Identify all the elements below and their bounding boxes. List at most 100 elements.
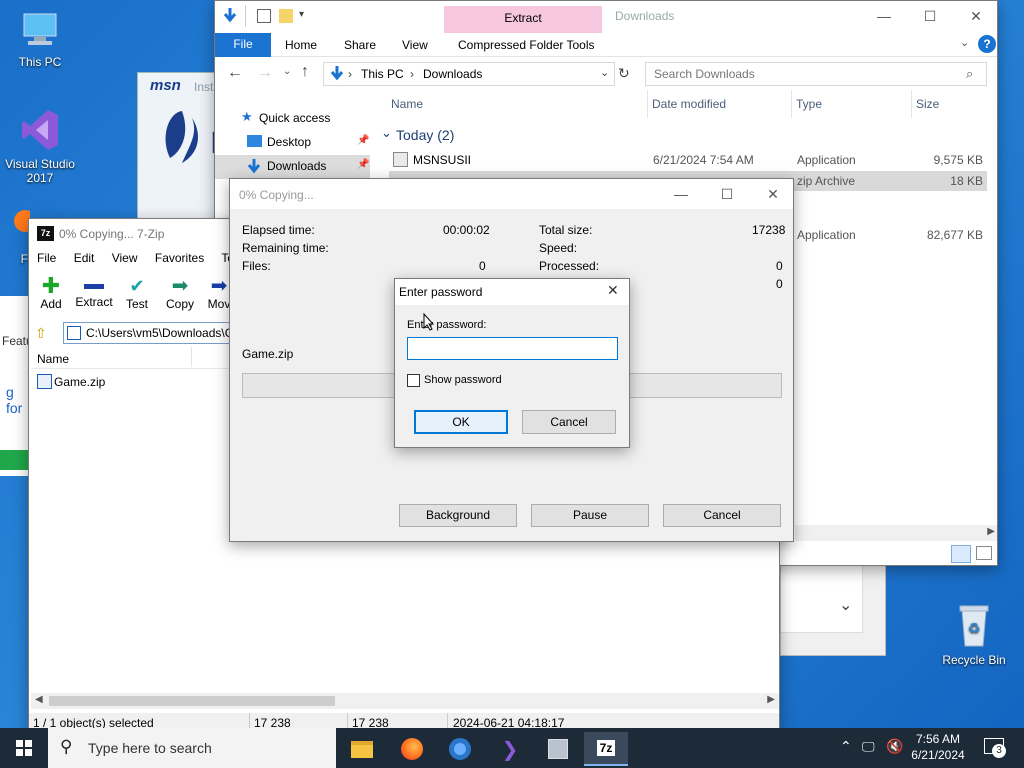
column-type[interactable]: Type [796,97,822,111]
search-box[interactable]: Search Downloads ⌕ [645,62,987,86]
password-input[interactable] [407,337,618,360]
desktop-icon-label: Visual Studio 2017 [5,157,75,185]
recycle-bin-icon: ♻ [959,605,989,647]
horizontal-scrollbar[interactable]: ◀ ▶ [31,693,779,709]
copy-arrow-icon: ➡ [171,275,189,297]
tab-file[interactable]: File [215,33,271,57]
menu-edit[interactable]: Edit [74,251,95,265]
tab-share[interactable]: Share [344,38,376,52]
ok-button[interactable]: OK [414,410,508,434]
clock-date: 6/21/2024 [911,748,965,762]
extra-value: 0 [776,277,783,291]
cancel-button[interactable]: Cancel [522,410,616,434]
taskbar-7zip[interactable]: 7z [584,732,628,766]
file-size: 82,677 KB [926,228,983,242]
taskbar-file-explorer[interactable] [340,732,384,766]
background-window: ⌄ [780,562,886,656]
back-arrow-icon[interactable]: ← [227,64,243,82]
clock[interactable]: 7:56 AM 6/21/2024 [908,732,968,762]
table-row[interactable]: MSNSUSII 6/21/2024 7:54 AM Application 9… [389,150,987,170]
taskbar-search-box[interactable]: ⚲ Type here to search [48,728,336,768]
nav-downloads[interactable]: Downloads [267,159,326,173]
forward-arrow-icon[interactable]: → [257,64,273,82]
scrollbar-thumb[interactable] [49,696,335,706]
start-button[interactable] [0,728,48,768]
group-chevron-icon[interactable]: ⌄ [381,125,392,141]
tab-home[interactable]: Home [285,38,317,52]
scroll-right-icon[interactable]: ▶ [987,526,995,537]
properties-icon[interactable] [257,9,271,23]
column-size[interactable]: Size [916,97,939,111]
folder-icon [351,740,373,758]
panel-link: g for [6,384,23,416]
address-bar[interactable]: › This PC › Downloads ⌄ [323,62,615,86]
menu-view[interactable]: View [112,251,138,265]
taskbar-chrome[interactable] [438,732,482,766]
path-bar[interactable]: C:\Users\vm5\Downloads\G [63,322,243,344]
horizontal-scrollbar[interactable]: ▶ [795,525,997,541]
up-arrow-icon[interactable]: ↑ [301,63,309,81]
group-header[interactable]: Today (2) [396,127,454,143]
file-name: Game.zip [54,375,106,389]
desktop-icon-visual-studio[interactable]: Visual Studio 2017 [0,108,80,185]
maximize-button[interactable]: ☐ [907,1,953,31]
add-button[interactable]: ✚ Add [33,275,69,312]
sevenzip-title: 0% Copying... 7-Zip [59,227,165,241]
taskbar-firefox[interactable] [390,732,434,766]
path-value: C:\Users\vm5\Downloads\G [86,326,235,340]
ribbon-expand-icon[interactable]: ⌄ [960,36,969,49]
minimize-button[interactable]: — [658,179,704,209]
new-folder-icon[interactable] [279,9,293,23]
details-view-icon[interactable] [951,545,971,563]
menu-favorites[interactable]: Favorites [155,251,204,265]
column-date-modified[interactable]: Date modified [652,97,726,111]
maximize-button[interactable]: ☐ [704,179,750,209]
nav-desktop[interactable]: Desktop [267,135,311,149]
tab-compressed-folder-tools[interactable]: Compressed Folder Tools [458,38,595,52]
breadcrumb-this-pc[interactable]: This PC [361,67,404,81]
recent-locations-icon[interactable]: ⌄ [283,66,291,77]
desktop-icon-label: Recycle Bin [942,653,1006,667]
close-button[interactable]: ✕ [750,179,793,209]
nav-quick-access[interactable]: Quick access [259,111,330,125]
cancel-button[interactable]: Cancel [663,504,781,527]
speed-label: Speed: [539,241,578,255]
tab-view[interactable]: View [402,38,428,52]
column-name[interactable]: Name [37,352,69,366]
large-icons-view-icon[interactable] [976,546,992,560]
tray-chevron-up-icon[interactable]: ⌃ [840,738,852,755]
desktop-icon-recycle-bin[interactable]: ♻ Recycle Bin [934,602,1014,667]
pause-button[interactable]: Pause [531,504,649,527]
show-password-checkbox[interactable] [407,374,420,387]
volume-muted-icon[interactable]: 🔇 [886,738,903,755]
file-type: Application [797,153,856,167]
pin-icon[interactable]: 📌 [357,135,369,146]
desktop-icon-this-pc[interactable]: This PC [0,10,80,69]
address-row: ← → ⌄ ↑ › This PC › Downloads ⌄ ↻ Search… [215,59,997,89]
desktop-icon-firefox[interactable]: F [0,208,30,266]
test-label: Test [125,297,148,311]
close-button[interactable]: ✕ [607,282,619,299]
network-icon[interactable]: 🖵 [862,739,875,755]
help-icon[interactable]: ? [978,35,996,53]
copy-button[interactable]: ➡ Copy [163,275,197,311]
column-name[interactable]: Name [391,97,423,111]
minimize-button[interactable]: — [861,1,907,31]
close-button[interactable]: ✕ [953,1,997,31]
taskbar-visual-studio[interactable]: ❯ [488,732,532,766]
menu-file[interactable]: File [37,251,56,265]
quick-access-dropdown-icon[interactable]: ▾ [299,9,304,20]
address-dropdown-icon[interactable]: ⌄ [600,66,609,79]
breadcrumb-downloads[interactable]: Downloads [423,67,482,81]
taskbar-installer[interactable] [536,732,580,766]
scroll-right-icon[interactable]: ▶ [767,694,775,705]
parent-folder-icon[interactable]: ⇧ [35,325,47,342]
scroll-left-icon[interactable]: ◀ [35,694,43,705]
zip-file-icon [37,374,52,389]
pin-icon[interactable]: 📌 [357,159,369,170]
chevron-down-icon[interactable]: ⌄ [839,595,852,615]
background-button[interactable]: Background [399,504,517,527]
extract-button[interactable]: Extract [73,275,115,309]
refresh-icon[interactable]: ↻ [618,65,630,82]
test-button[interactable]: ✔ Test [121,275,153,311]
